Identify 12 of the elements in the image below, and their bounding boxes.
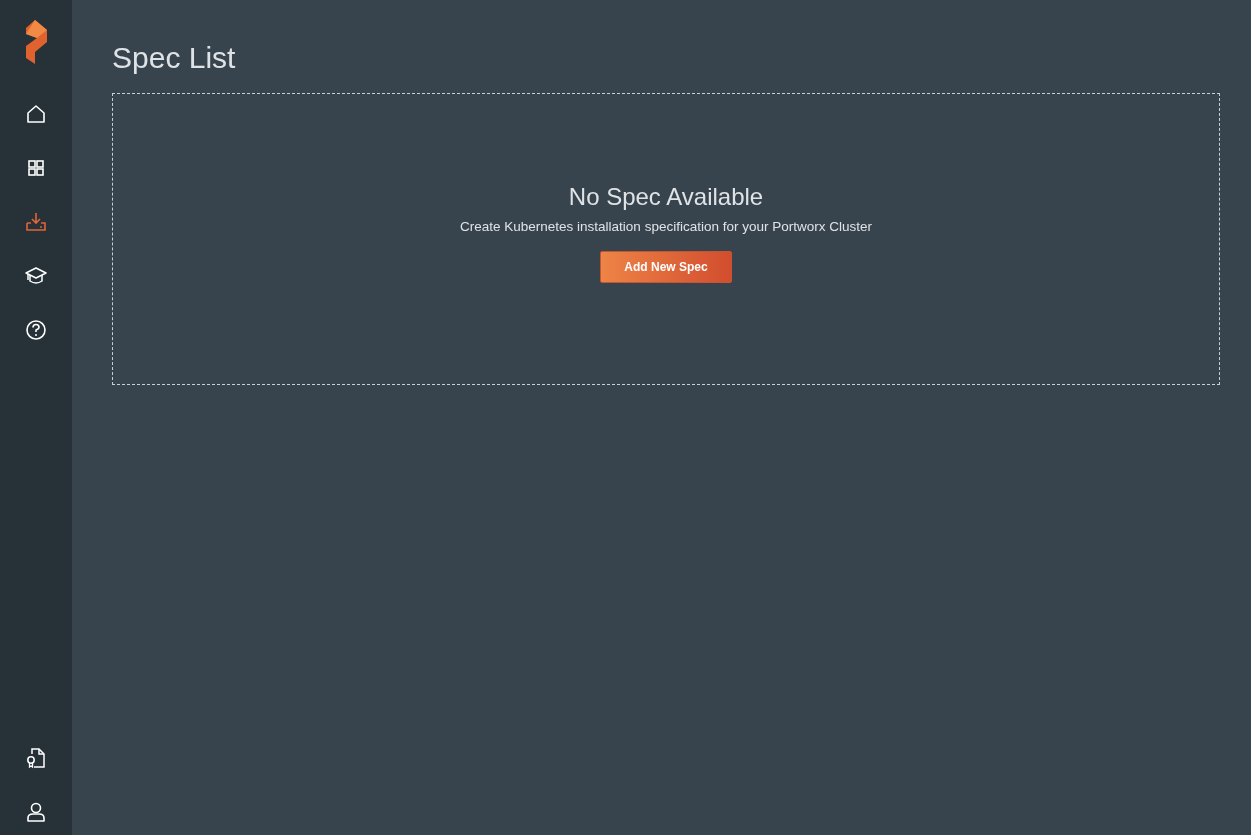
empty-heading: No Spec Available <box>568 182 764 212</box>
graduation-cap-icon[interactable] <box>25 265 47 287</box>
add-spec-button[interactable]: Add New Spec <box>600 251 732 283</box>
empty-message: Create Kubernetes installation specification for your Portworx Cluster <box>460 219 872 234</box>
home-icon[interactable] <box>25 103 47 125</box>
help-icon[interactable] <box>25 319 47 341</box>
download-icon[interactable] <box>25 211 47 233</box>
user-icon[interactable] <box>25 801 47 823</box>
grid-icon[interactable] <box>25 157 47 179</box>
logo-icon <box>23 20 49 64</box>
certificate-icon[interactable] <box>25 747 47 769</box>
page-title: Spec List <box>112 40 237 76</box>
